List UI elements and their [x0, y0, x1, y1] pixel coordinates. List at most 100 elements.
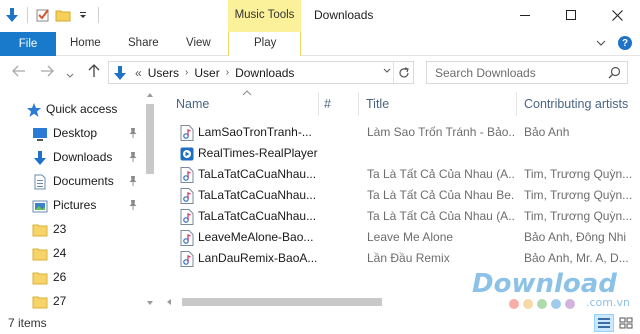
details-view-button[interactable] — [594, 314, 614, 332]
sidebar-item[interactable]: Downloads — [0, 146, 142, 168]
download-arrow-icon — [32, 150, 48, 166]
file-artists: Bảo Anh, Mr. A, D... — [524, 251, 629, 265]
scroll-down-icon[interactable] — [146, 300, 154, 306]
music-tools-label: Music Tools — [234, 9, 295, 21]
sidebar-item[interactable]: 27 — [0, 290, 142, 312]
column-header-title[interactable]: Title — [366, 90, 516, 118]
customize-toolbar-icon[interactable] — [75, 6, 91, 24]
refresh-button[interactable] — [393, 62, 413, 83]
breadcrumb-downloads[interactable]: Downloads — [235, 66, 294, 80]
minimize-button[interactable] — [502, 0, 548, 30]
sidebar-item-label: Downloads — [53, 150, 113, 164]
column-header-number[interactable]: # — [324, 90, 354, 118]
column-divider[interactable] — [358, 92, 359, 116]
column-divider[interactable] — [318, 92, 319, 116]
file-row[interactable]: RealTimes-RealPlayer — [160, 143, 640, 164]
sidebar-item[interactable]: 24 — [0, 242, 142, 264]
nav-scroll-thumb[interactable] — [146, 104, 154, 174]
chevron-down-icon[interactable] — [596, 36, 606, 50]
pin-icon[interactable] — [128, 127, 138, 142]
quick-access-toolbar — [4, 6, 102, 24]
address-overflow[interactable]: « — [135, 66, 142, 80]
tab-home[interactable]: Home — [70, 37, 101, 49]
search-icon[interactable] — [608, 66, 621, 82]
properties-check-icon[interactable] — [35, 6, 51, 24]
sidebar-item[interactable]: Pictures — [0, 194, 142, 216]
audio-file-icon — [180, 188, 194, 204]
tab-share[interactable]: Share — [128, 37, 159, 49]
scroll-left-icon[interactable] — [166, 298, 172, 306]
file-row[interactable]: LanDauRemix-BaoA... Lần Đầu Remix Bảo Anh,… — [160, 248, 640, 269]
details-view-icon — [598, 318, 610, 328]
nav-scrollbar[interactable] — [143, 90, 157, 312]
file-artists: Bảo Anh — [524, 125, 570, 139]
file-row[interactable]: TaLaTatCaCuaNhau... Ta Là Tất Cả Của Nhau… — [160, 206, 640, 227]
help-icon[interactable]: ? — [618, 36, 632, 50]
refresh-icon — [398, 66, 409, 77]
audio-file-icon — [180, 167, 194, 183]
large-icons-view-button[interactable] — [616, 314, 636, 332]
file-row[interactable]: LeaveMeAlone-Bao... Leave Me Alone Bảo Anh… — [160, 227, 640, 248]
file-artists: Tim, Trương Quỳn... — [524, 167, 633, 181]
tab-file[interactable]: File — [0, 32, 56, 56]
back-arrow-icon[interactable] — [12, 64, 26, 80]
scroll-up-icon[interactable] — [146, 92, 154, 98]
up-arrow-icon[interactable] — [88, 64, 100, 81]
sidebar-item[interactable]: Documents — [0, 170, 142, 192]
pin-icon[interactable] — [128, 151, 138, 166]
breadcrumb-user[interactable]: User — [194, 66, 219, 80]
chevron-right-icon[interactable]: › — [226, 67, 229, 78]
horizontal-scroll-thumb[interactable] — [182, 298, 382, 306]
file-name: TaLaTatCaCuaNhau... — [198, 167, 317, 181]
address-bar[interactable]: « Users › User › Downloads — [108, 61, 414, 84]
large-icons-view-icon — [619, 317, 633, 329]
forward-arrow-icon[interactable] — [40, 64, 54, 80]
sidebar-item-label: Quick access — [46, 102, 118, 116]
file-artists: Tim, Trương Quỳn... — [524, 209, 633, 223]
chevron-right-icon[interactable]: › — [185, 67, 188, 78]
sidebar-item[interactable]: 26 — [0, 266, 142, 288]
sidebar-item-label: 27 — [53, 294, 67, 308]
ribbon-controls: ? — [596, 36, 632, 50]
file-row[interactable]: TaLaTatCaCuaNhau... Ta Là Tất Cả Của Nhau… — [160, 164, 640, 185]
file-title: Ta Là Tất Cả Của Nhau Be... — [367, 188, 515, 202]
column-divider[interactable] — [516, 92, 517, 116]
new-folder-icon[interactable] — [55, 6, 71, 24]
audio-file-icon — [180, 125, 194, 141]
ribbon-tabs: File Home Share View Play ? — [0, 32, 640, 56]
tab-view[interactable]: View — [186, 37, 211, 49]
sidebar-item[interactable]: Quick access — [0, 98, 142, 120]
file-name: TaLaTatCaCuaNhau... — [198, 209, 317, 223]
breadcrumb-users[interactable]: Users — [148, 66, 179, 80]
audio-file-icon — [180, 230, 194, 246]
column-header-artists[interactable]: Contributing artists — [524, 90, 640, 118]
file-name: TaLaTatCaCuaNhau... — [198, 188, 317, 202]
sidebar-item[interactable]: 23 — [0, 218, 142, 240]
pictures-icon — [32, 198, 48, 214]
pin-icon[interactable] — [128, 175, 138, 190]
sidebar-item-label: 26 — [53, 270, 67, 284]
horizontal-scrollbar[interactable] — [160, 294, 640, 310]
file-row[interactable]: TaLaTatCaCuaNhau... Ta Là Tất Cả Của Nhau… — [160, 185, 640, 206]
down-arrow-icon[interactable] — [4, 6, 20, 24]
tab-play[interactable]: Play — [254, 37, 276, 49]
star-icon — [26, 102, 42, 118]
sidebar-item[interactable]: Desktop — [0, 122, 142, 144]
column-header-name[interactable]: Name — [176, 90, 316, 118]
search-input[interactable]: Search Downloads — [426, 61, 628, 84]
file-row[interactable]: LamSaoTronTranh-... Làm Sao Trốn Tránh - … — [160, 122, 640, 143]
close-button[interactable] — [594, 0, 640, 30]
title-bar: Music Tools Downloads — [0, 0, 640, 32]
folder-icon — [32, 222, 48, 238]
audio-file-icon — [180, 209, 194, 225]
maximize-button[interactable] — [548, 0, 594, 30]
navigation-pane: Quick access Desktop Downloads Documents Pic… — [0, 90, 160, 312]
sidebar-item-label: Documents — [53, 174, 114, 188]
pin-icon[interactable] — [128, 199, 138, 214]
folder-icon — [32, 294, 48, 310]
address-dropdown-icon[interactable] — [383, 66, 391, 77]
file-title: Leave Me Alone — [367, 230, 454, 244]
address-row: « Users › User › Downloads Search Downlo… — [0, 56, 640, 89]
recent-locations-chevron-icon[interactable] — [66, 66, 74, 82]
audio-file-icon — [180, 251, 194, 267]
